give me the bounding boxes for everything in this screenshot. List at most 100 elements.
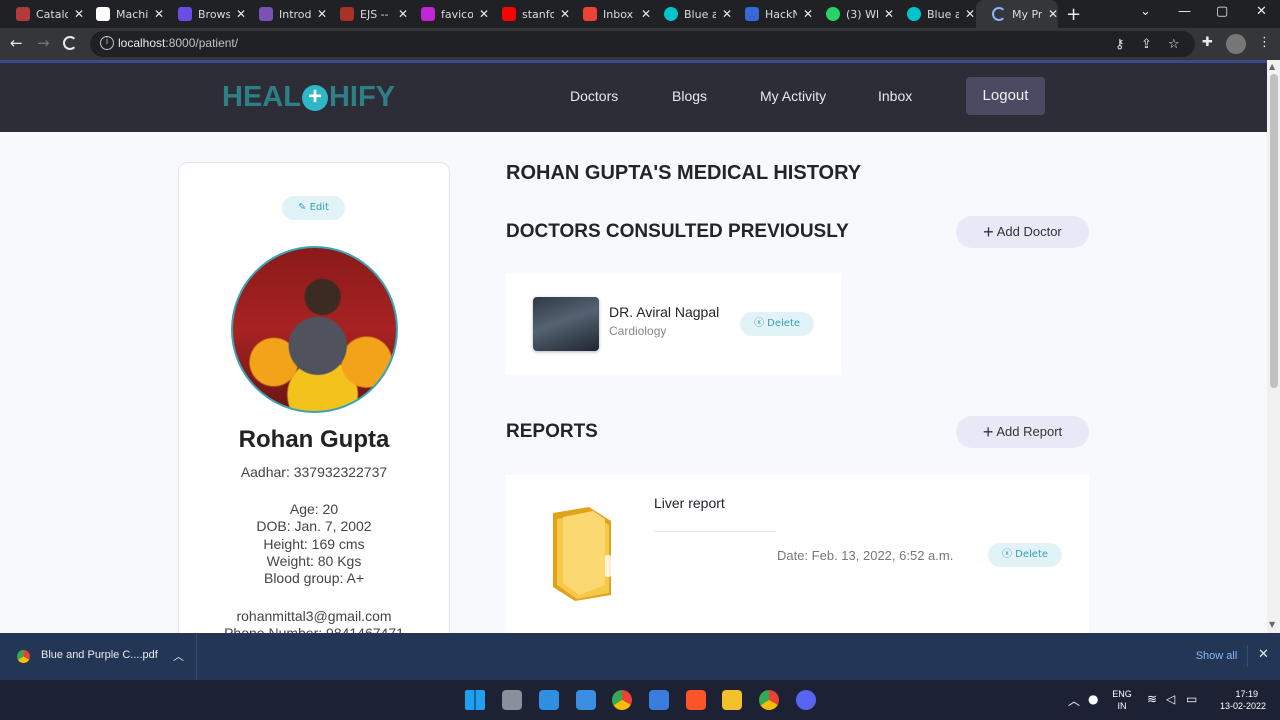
nav-doctors[interactable]: Doctors [570,88,618,104]
browser-tab[interactable]: Introd ✕ [243,0,330,28]
browser-tab[interactable]: EJS -- ✕ [324,0,411,28]
menu-icon[interactable]: ⋮ [1258,35,1271,50]
page-scrollbar[interactable]: ▲ ▼ [1267,60,1280,633]
loading-icon [992,7,1006,21]
clock[interactable]: 17:19 13-02-2022 [1208,688,1266,712]
patient-weight: Weight: 80 Kgs [266,553,362,569]
plus-icon: + [983,222,994,242]
site-info-icon[interactable]: i [100,36,114,50]
chrome-icon [17,650,30,663]
browser-tab[interactable]: Blue a ✕ [648,0,735,28]
input-language[interactable]: ENG IN [1108,688,1136,712]
nav-inbox[interactable]: Inbox [878,88,912,104]
tray-app-icon[interactable]: ● [1088,692,1098,706]
edit-profile-button[interactable]: ✎ Edit [282,196,345,220]
folder-icon[interactable] [549,507,615,601]
scroll-up-icon[interactable]: ▲ [1269,62,1275,71]
chrome-taskbar-icon[interactable] [612,690,632,710]
vscode-icon[interactable] [539,690,559,710]
new-tab-button[interactable]: + [1066,4,1081,25]
browser-tab[interactable]: Machi ✕ [80,0,167,28]
scroll-down-icon[interactable]: ▼ [1269,620,1275,629]
plus-cross-icon: + [301,84,328,111]
healthify-logo[interactable]: HEAL + HIFY [222,81,395,114]
loading-stop-icon[interactable] [63,36,77,50]
close-window-button[interactable]: ✕ [1256,4,1267,19]
browser-tab[interactable]: Inbox ✕ [567,0,654,28]
plus-icon: + [982,422,994,442]
browser-tab-active[interactable]: My Pr ✕ [976,0,1058,28]
chrome-profile-icon[interactable] [759,690,779,710]
doctors-heading: DOCTORS CONSULTED PREVIOUSLY [506,221,849,242]
tab-strip: Catalo ✕ Machi ✕ Brows ✕ Introd ✕ EJS -- ✕ fa… [0,0,1280,28]
show-all-downloads-button[interactable]: Show all [1186,645,1248,667]
bookmark-star-icon[interactable]: ☆ [1168,37,1180,52]
add-doctor-button[interactable]: + Add Doctor [956,216,1089,248]
volume-icon[interactable]: ◁ [1166,692,1175,706]
address-bar[interactable]: i localhost:8000/patient/ ⚷ ⇪ ☆ [90,31,1195,57]
maximize-button[interactable]: ▢ [1216,4,1228,19]
tab-favicon-icon [178,7,192,21]
close-circle-icon: ⓧ [1001,549,1012,560]
download-filename: Blue and Purple C....pdf [41,649,158,661]
task-view-icon[interactable] [502,690,522,710]
chevron-up-icon[interactable]: ︿ [173,648,184,664]
windows-start-icon[interactable] [465,690,485,710]
patient-height: Height: 169 cms [263,536,365,552]
logout-button[interactable]: Logout [966,77,1045,115]
tab-favicon-icon [16,7,30,21]
delete-doctor-button[interactable]: ⓧ Delete [740,312,814,336]
browser-tab[interactable]: Blue a ✕ [891,0,978,28]
delete-report-button[interactable]: ⓧ Delete [988,543,1062,567]
report-name[interactable]: Liver report [654,495,725,511]
profile-avatar[interactable] [1226,34,1246,54]
close-download-bar-icon[interactable]: ✕ [1258,647,1269,662]
add-report-button[interactable]: + Add Report [956,416,1089,448]
scrollbar-thumb[interactable] [1270,74,1278,388]
browser-tab[interactable]: Catalo ✕ [0,0,87,28]
browser-tab[interactable]: stanfo ✕ [486,0,573,28]
doctor-specialty: Cardiology [609,324,667,338]
patient-dob: DOB: Jan. 7, 2002 [256,518,372,534]
back-button[interactable]: ← [10,34,23,52]
reports-heading: REPORTS [506,421,598,442]
download-bar: Blue and Purple C....pdf ︿ Show all ✕ [0,633,1280,680]
tab-search-icon[interactable]: ⌄ [1140,4,1151,19]
browser-toolbar: ← → i localhost:8000/patient/ ⚷ ⇪ ☆ ✚ ⋮ [0,28,1280,60]
minimize-button[interactable]: — [1178,4,1191,19]
browser-tab[interactable]: (3) Wh✕ [810,0,897,28]
file-explorer-icon[interactable] [722,690,742,710]
tray-chevron-icon[interactable]: ︿ [1068,692,1080,709]
todo-icon[interactable] [649,690,669,710]
tab-favicon-icon [502,7,516,21]
windows-taskbar: ︿ ● ENG IN ≋ ◁ ▭ 17:19 13-02-2022 [0,680,1280,720]
tab-favicon-icon [583,7,597,21]
page-title: ROHAN GUPTA'S MEDICAL HISTORY [506,162,862,184]
browser-tab[interactable]: Brows ✕ [162,0,249,28]
close-tab-icon[interactable]: ✕ [1048,7,1058,21]
extensions-icon[interactable]: ✚ [1202,35,1213,50]
patient-profile-card: ✎ Edit Rohan Gupta Aadhar: 337932322737 … [178,162,450,633]
mail-icon[interactable] [576,690,596,710]
browser-tab[interactable]: favico ✕ [405,0,492,28]
patient-name: Rohan Gupta [238,426,390,453]
key-icon[interactable]: ⚷ [1115,37,1125,52]
url-text[interactable]: localhost:8000/patient/ [118,36,238,50]
brave-icon[interactable] [686,690,706,710]
battery-icon[interactable]: ▭ [1186,692,1197,706]
report-date: Date: Feb. 13, 2022, 6:52 a.m. [777,548,954,563]
share-icon[interactable]: ⇪ [1141,37,1152,52]
wifi-icon[interactable]: ≋ [1147,692,1157,706]
tab-favicon-icon [745,7,759,21]
nav-my-activity[interactable]: My Activity [760,88,826,104]
nav-blogs[interactable]: Blogs [672,88,707,104]
patient-avatar [231,246,398,413]
browser-tab[interactable]: HackN ✕ [729,0,816,28]
forward-button[interactable]: → [37,34,50,52]
tab-favicon-icon [96,7,110,21]
close-tab-icon[interactable]: ✕ [965,7,975,21]
discord-icon[interactable] [796,690,816,710]
tab-favicon-icon [340,7,354,21]
download-item[interactable]: Blue and Purple C....pdf ︿ [0,633,197,680]
page-viewport: HEAL + HIFY Doctors Blogs My Activity In… [0,60,1267,633]
